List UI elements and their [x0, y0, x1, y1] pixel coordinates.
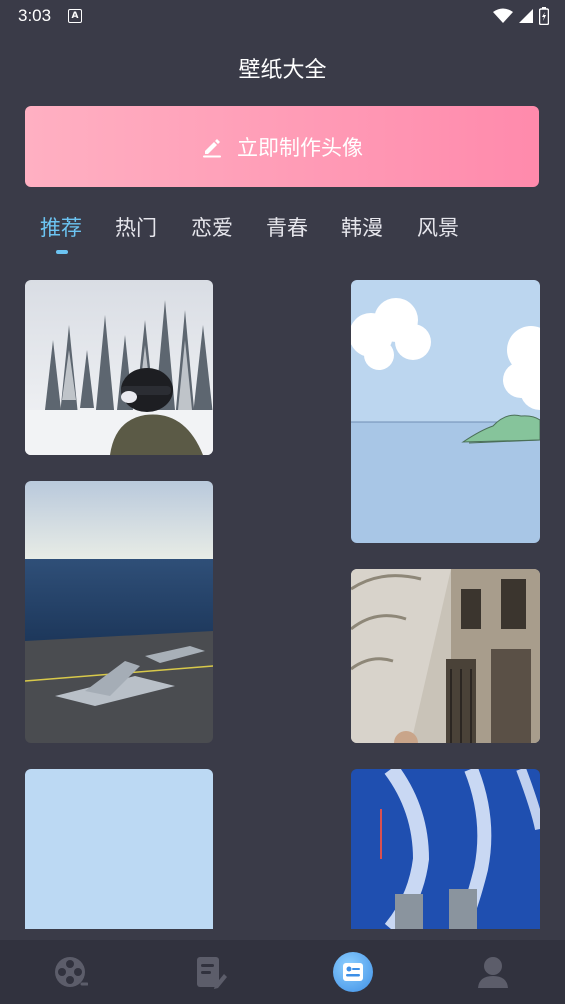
wallpaper-card-cartoon-sea[interactable] — [351, 280, 540, 543]
signal-icon — [519, 9, 533, 23]
status-icons — [493, 6, 549, 26]
wallpaper-card-carrier[interactable] — [25, 481, 213, 743]
wallpaper-image — [351, 280, 540, 543]
wallpaper-card-light-blue[interactable] — [25, 769, 213, 929]
tab-active-indicator — [56, 250, 68, 254]
make-avatar-label: 立即制作头像 — [237, 135, 363, 160]
make-avatar-button[interactable]: 立即制作头像 — [25, 106, 539, 187]
document-edit-icon — [197, 957, 227, 989]
edit-pencil-icon — [203, 138, 221, 157]
page-title: 壁纸大全 — [238, 58, 327, 83]
tab-youth[interactable]: 青春 — [266, 212, 308, 242]
tab-hot[interactable]: 热门 — [115, 212, 157, 242]
wifi-icon — [493, 8, 513, 23]
status-time: 3:03 — [18, 6, 52, 25]
bottom-nav — [0, 940, 565, 1004]
wallpaper-image — [25, 280, 213, 455]
wallpaper-image — [25, 769, 213, 929]
notification-icon: A — [68, 9, 82, 23]
battery-icon — [539, 7, 549, 25]
tab-korean-comic[interactable]: 韩漫 — [341, 212, 383, 242]
tab-recommend[interactable]: 推荐 — [40, 212, 82, 242]
wallpaper-image — [25, 481, 213, 743]
wallpaper-card-snow-forest[interactable] — [25, 280, 213, 455]
wallpaper-image — [351, 769, 540, 929]
status-bar: 3:03 A — [0, 0, 565, 32]
nav-wallpaper-active-bg — [333, 952, 373, 992]
wallpaper-icon — [343, 963, 363, 981]
film-reel-icon — [55, 957, 88, 987]
nav-wallpaper[interactable] — [333, 952, 373, 992]
wallpaper-card-arcade[interactable] — [351, 569, 540, 743]
nav-video[interactable] — [50, 952, 90, 992]
wallpaper-image — [351, 569, 540, 743]
wallpaper-card-navy-ships[interactable] — [351, 769, 540, 929]
profile-icon — [478, 957, 508, 988]
nav-profile[interactable] — [473, 952, 513, 992]
tab-scenery[interactable]: 风景 — [417, 212, 459, 242]
nav-articles[interactable] — [190, 952, 230, 992]
tab-love[interactable]: 恋爱 — [191, 212, 233, 242]
